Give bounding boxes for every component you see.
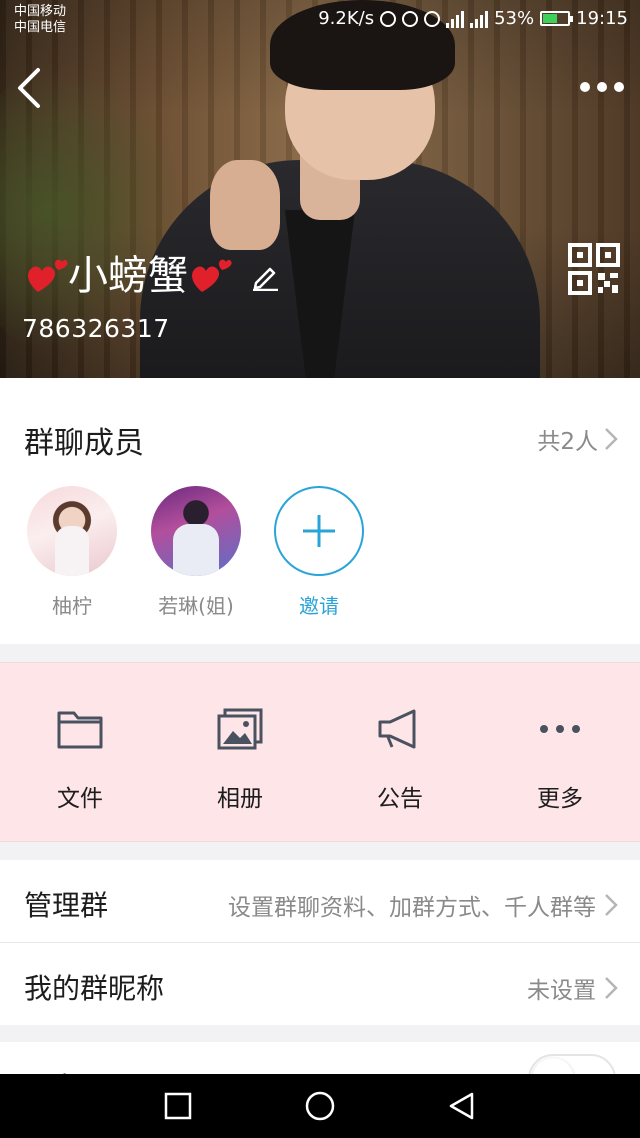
system-nav-bar: [0, 1074, 640, 1138]
cover-person-hand: [210, 160, 280, 250]
network-speed: 9.2K/s: [318, 8, 375, 29]
plus-icon: [303, 515, 335, 547]
more-functions-button[interactable]: 更多: [480, 707, 640, 813]
announcement-label: 公告: [377, 786, 423, 812]
wifi-icon: [446, 10, 465, 28]
red-hearts-icon: [192, 259, 232, 292]
member-name: 若琳(姐): [158, 594, 234, 618]
manage-group-value: 设置群聊资料、加群方式、千人群等: [228, 895, 596, 921]
files-label: 文件: [57, 786, 103, 812]
my-nickname-label: 我的群昵称: [24, 972, 165, 1005]
manage-group-row[interactable]: 管理群 设置群聊资料、加群方式、千人群等: [0, 860, 640, 942]
battery-percent: 53%: [494, 8, 535, 29]
manage-group-value-wrap: 设置群聊资料、加群方式、千人群等: [228, 888, 618, 922]
status-bar: 中国移动 中国电信 9.2K/s 53% 19:15: [0, 0, 640, 44]
group-name-row: 小螃蟹: [24, 248, 280, 304]
chevron-left-icon[interactable]: [14, 66, 50, 110]
status-indicators: 9.2K/s 53% 19:15: [318, 8, 628, 29]
more-dots-icon[interactable]: [580, 76, 624, 98]
member-item[interactable]: 若琳(姐): [146, 486, 246, 619]
my-nickname-value-wrap: 未设置: [527, 971, 618, 1005]
battery-icon: [540, 11, 574, 26]
invite-button[interactable]: 邀请: [269, 486, 369, 619]
group-name: 小螃蟹: [68, 253, 188, 299]
group-cover-photo[interactable]: 中国移动 中国电信 9.2K/s 53% 19:15 小螃蟹 786326317: [0, 0, 640, 378]
eye-icon: [424, 10, 441, 27]
home-icon[interactable]: [304, 1090, 336, 1122]
qr-code-icon[interactable]: [568, 243, 620, 295]
group-id: 786326317: [22, 314, 170, 343]
chevron-right-icon: [605, 894, 618, 916]
announcement-button[interactable]: 公告: [320, 707, 480, 813]
avatar: [27, 486, 117, 576]
folder-icon: [57, 711, 103, 749]
files-button[interactable]: 文件: [0, 707, 160, 813]
group-functions: 文件 相册 公告 更多: [0, 662, 640, 842]
members-title: 群聊成员: [24, 426, 144, 461]
members-section: 群聊成员 共2人 柚柠 若琳(姐) 邀请: [0, 378, 640, 644]
recent-apps-icon[interactable]: [162, 1090, 194, 1122]
album-label: 相册: [217, 786, 263, 812]
photo-album-icon: [217, 708, 263, 750]
battery-fill: [543, 14, 557, 23]
my-nickname-value: 未设置: [527, 978, 596, 1004]
red-hearts-icon: [28, 259, 68, 292]
member-item[interactable]: 柚柠: [22, 486, 122, 619]
back-triangle-icon[interactable]: [446, 1090, 478, 1122]
megaphone-icon: [378, 709, 416, 749]
carrier-1: 中国移动: [14, 4, 67, 19]
members-count-link[interactable]: 共2人: [537, 422, 618, 456]
clock: 19:15: [576, 8, 628, 29]
pencil-icon[interactable]: [250, 261, 280, 291]
member-name: 柚柠: [52, 594, 92, 618]
chevron-right-icon: [605, 977, 618, 999]
invite-circle: [274, 486, 364, 576]
invite-label: 邀请: [299, 594, 339, 618]
chevron-right-icon: [605, 428, 618, 450]
carrier-info: 中国移动 中国电信: [14, 4, 66, 36]
headset-icon: [380, 10, 397, 27]
manage-group-label: 管理群: [24, 889, 109, 922]
alarm-icon: [402, 10, 419, 27]
more-functions-label: 更多: [537, 786, 583, 812]
more-dots-icon: [540, 725, 580, 733]
album-button[interactable]: 相册: [160, 707, 320, 813]
avatar: [151, 486, 241, 576]
my-nickname-row[interactable]: 我的群昵称 未设置: [0, 943, 640, 1025]
signal-icon: [470, 10, 489, 28]
members-count: 共2人: [537, 429, 598, 455]
carrier-2: 中国电信: [14, 20, 67, 35]
